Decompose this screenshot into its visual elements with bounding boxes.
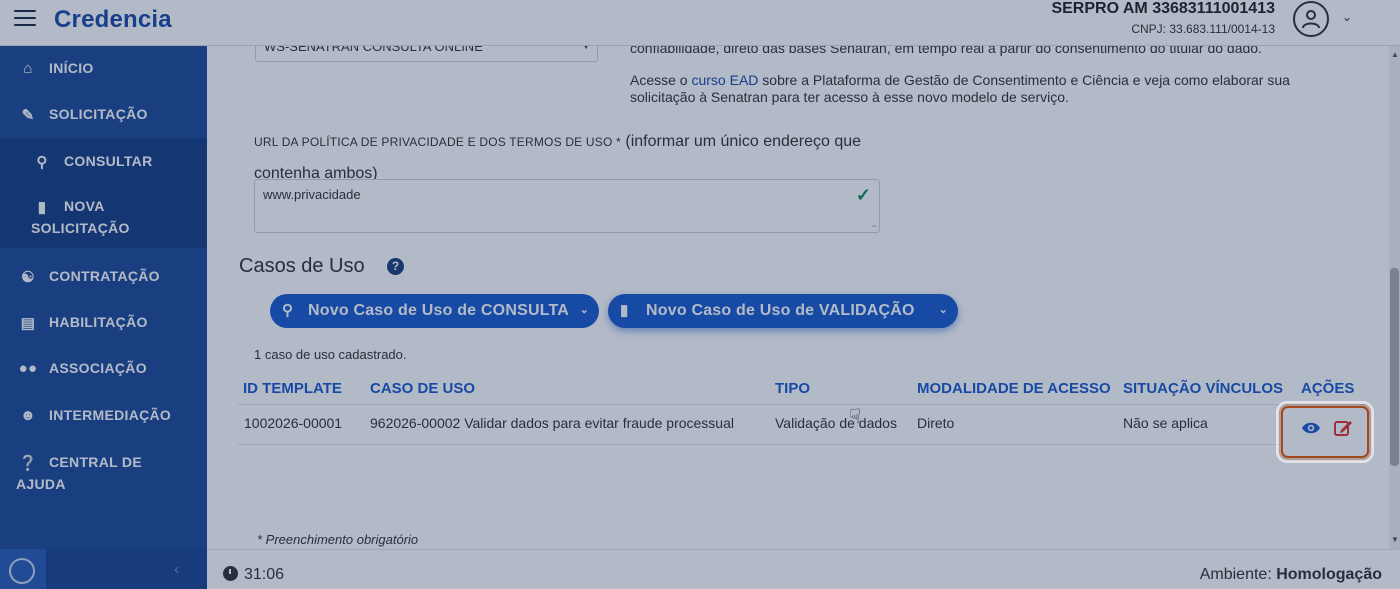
id-template-cell: 1002026-00001 <box>244 415 343 431</box>
file-icon: ▮ <box>37 199 47 216</box>
service-select[interactable]: WS-SENATRAN CONSULTA ONLINE ▼ <box>255 46 598 62</box>
sidebar-item-label: SOLICITAÇÃO <box>31 220 130 236</box>
sidebar-item-intermediacao[interactable]: ☻ INTERMEDIAÇÃO <box>0 407 207 427</box>
sidebar-item-solicitacao[interactable]: ✎ SOLICITAÇÃO <box>0 106 207 126</box>
use-case-cell: 962026-00002 Validar dados para evitar f… <box>370 415 734 431</box>
menu-icon[interactable] <box>14 10 36 28</box>
section-title: Casos de Uso <box>239 255 365 277</box>
button-label: Novo Caso de Uso de CONSULTA <box>308 302 570 319</box>
curso-ead-link[interactable]: curso EAD <box>691 72 758 88</box>
top-header: Credencia SERPRO AM 33683111001413 CNPJ:… <box>0 0 1400 46</box>
required-fields-note: * Preenchimento obrigatório <box>257 532 419 547</box>
user-name: SERPRO AM 33683111001413 <box>1051 0 1275 17</box>
view-eye-icon[interactable] <box>1301 420 1321 436</box>
session-timer: 31:06 <box>223 566 284 584</box>
type-cell: Validação de dados <box>775 415 897 431</box>
privacy-url-value: www.privacidade <box>263 187 361 202</box>
chevron-down-icon[interactable]: ⌄ <box>1342 10 1352 24</box>
env-label: Ambiente: <box>1199 566 1277 583</box>
check-icon: ✓ <box>855 185 871 205</box>
sidebar-item-label: INTERMEDIAÇÃO <box>49 407 172 423</box>
environment-indicator: Ambiente: Homologação <box>1200 566 1382 584</box>
edit-document-icon: ✎ <box>21 107 35 124</box>
question-circle-icon[interactable]: ? <box>387 258 404 275</box>
sidebar-item-label: AJUDA <box>16 476 66 492</box>
new-consulta-use-case-button[interactable]: ⚲ Novo Caso de Uso de CONSULTA ⌄ <box>270 294 599 328</box>
sidebar: ⌂ INÍCIO ✎ SOLICITAÇÃO ⚲ CONSULTAR ▮ NOV… <box>0 46 207 549</box>
row-actions <box>1281 406 1369 458</box>
sidebar-item-consultar[interactable]: ⚲ CONSULTAR <box>0 153 207 173</box>
edit-icon[interactable] <box>1333 418 1353 438</box>
sidebar-item-label: SOLICITAÇÃO <box>49 106 148 122</box>
link-status-cell: Não se aplica <box>1123 415 1208 431</box>
column-header[interactable]: MODALIDADE DE ACESSO <box>917 380 1111 397</box>
service-select-value: WS-SENATRAN CONSULTA ONLINE <box>264 46 483 54</box>
sidebar-item-contratacao[interactable]: ☯ CONTRATAÇÃO <box>0 268 207 288</box>
env-value: Homologação <box>1276 566 1382 583</box>
privacy-url-field[interactable]: www.privacidade ✓ − <box>254 179 880 233</box>
sidebar-item-label: NOVA <box>64 198 105 214</box>
home-icon: ⌂ <box>23 60 33 77</box>
clock-icon <box>223 566 238 581</box>
sidebar-item-central-de-ajuda[interactable]: ❔ CENTRAL DE AJUDA <box>0 454 207 498</box>
resize-handle-icon[interactable]: − <box>872 221 877 231</box>
id-badge-icon: ▮ <box>620 302 629 319</box>
handshake-icon: ☯ <box>21 269 35 286</box>
sidebar-item-label: CONTRATAÇÃO <box>49 268 160 284</box>
ead-text-before: Acesse o <box>630 72 692 88</box>
main-content: WS-SENATRAN CONSULTA ONLINE ▼ confiabili… <box>207 46 1400 549</box>
scroll-down-icon[interactable]: ▼ <box>1391 535 1399 544</box>
chevron-down-icon: ⌄ <box>938 304 948 316</box>
button-label: Novo Caso de Uso de VALIDAÇÃO <box>646 302 915 319</box>
status-bar: 31:06 Ambiente: Homologação <box>207 549 1400 589</box>
column-header[interactable]: CASO DE USO <box>370 380 475 397</box>
sidebar-item-associacao[interactable]: ●● ASSOCIAÇÃO <box>0 360 207 380</box>
scrollbar-thumb[interactable] <box>1390 268 1399 466</box>
cookie-icon <box>9 558 35 584</box>
cookie-settings-button[interactable] <box>0 549 46 589</box>
new-validacao-use-case-button[interactable]: ▮ Novo Caso de Uso de VALIDAÇÃO ⌄ <box>608 294 958 328</box>
service-description: confiabilidade, direto das bases Senatra… <box>630 46 1262 56</box>
column-header[interactable]: SITUAÇÃO VÍNCULOS <box>1123 380 1283 397</box>
use-case-count: 1 caso de uso cadastrado. <box>254 347 407 362</box>
sidebar-item-habilitacao[interactable]: ▤ HABILITAÇÃO <box>0 314 207 334</box>
sidebar-item-inicio[interactable]: ⌂ INÍCIO <box>0 60 207 80</box>
scroll-up-icon[interactable]: ▲ <box>1391 50 1399 59</box>
page-scrollbar[interactable]: ▲ ▼ <box>1389 46 1400 549</box>
url-label-title: URL DA POLÍTICA DE PRIVACIDADE E DOS TER… <box>254 135 621 149</box>
sidebar-item-nova-solicitacao[interactable]: ▮ NOVA SOLICITAÇÃO <box>0 198 207 242</box>
search-icon: ⚲ <box>36 154 48 171</box>
table-row: 1002026-00001 962026-00002 Validar dados… <box>238 404 1368 445</box>
user-network-icon: ☻ <box>19 407 37 424</box>
sidebar-submenu: ⚲ CONSULTAR ▮ NOVA SOLICITAÇÃO <box>0 138 207 248</box>
chevron-down-icon: ⌄ <box>579 304 589 316</box>
column-header: AÇÕES <box>1301 380 1355 397</box>
search-plus-icon: ⚲ <box>282 302 294 319</box>
timer-value: 31:06 <box>244 566 285 583</box>
caret-down-icon: ▼ <box>581 46 591 52</box>
users-icon: ●● <box>18 360 38 377</box>
sidebar-item-label: ASSOCIAÇÃO <box>49 360 147 376</box>
sidebar-item-label: CONSULTAR <box>64 153 153 169</box>
id-card-icon: ▤ <box>20 315 36 332</box>
sidebar-item-label: HABILITAÇÃO <box>49 314 148 330</box>
collapse-sidebar-icon[interactable]: ‹ <box>174 561 179 579</box>
sidebar-item-label: CENTRAL DE <box>49 454 142 470</box>
column-header[interactable]: ID TEMPLATE <box>243 380 342 397</box>
column-header[interactable]: TIPO <box>775 380 810 397</box>
user-info: SERPRO AM 33683111001413 CNPJ: 33.683.11… <box>1051 0 1275 36</box>
question-circle-icon: ❔ <box>18 455 38 472</box>
sidebar-item-label: INÍCIO <box>49 60 94 76</box>
user-avatar-icon[interactable] <box>1293 1 1329 37</box>
ead-info-text: Acesse o curso EAD sobre a Plataforma de… <box>630 72 1350 106</box>
access-mode-cell: Direto <box>917 415 955 431</box>
hand-cursor-icon: ☟ <box>849 406 862 428</box>
app-logo[interactable]: Credencia <box>54 6 172 34</box>
user-cnpj: CNPJ: 33.683.111/0014-13 <box>1131 22 1275 36</box>
